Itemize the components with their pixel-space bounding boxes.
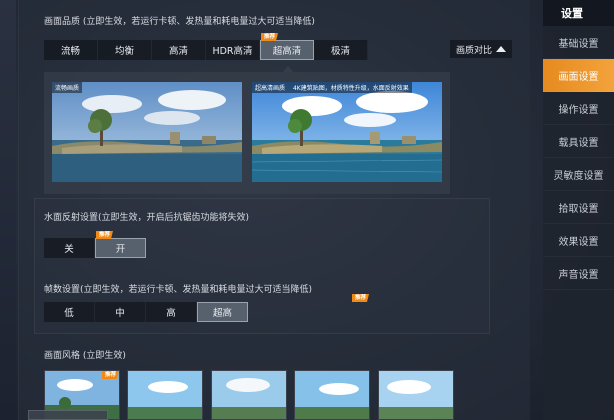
sidebar-item-pickup[interactable]: 拾取设置 (543, 191, 614, 224)
quality-option-hd[interactable]: 高清 (152, 40, 206, 60)
preview-feature-tag: 4K建筑贴图，材质特性升级，水面反射效果 (292, 85, 409, 92)
left-edge-strip (0, 0, 16, 420)
preview-caption-ultra-hd-label: 超高清画质 (255, 85, 286, 92)
quality-option-ultra-hd-label: 超高清 (272, 46, 302, 57)
frame-rate-selector: 低 中 高 超高 (44, 302, 248, 322)
preview-caption-ultra-hd: 超高清画质 4K建筑贴图，材质特性升级，水面反射效果 (252, 82, 412, 93)
preview-caption-smooth: 流畅画质 (52, 82, 83, 93)
style-thumb-5[interactable] (378, 370, 454, 420)
frame-rate-ultra[interactable]: 超高 (197, 302, 248, 322)
sidebar-item-audio[interactable]: 声音设置 (543, 257, 614, 290)
quality-option-balanced[interactable]: 均衡 (98, 40, 152, 60)
frame-rate-high[interactable]: 高 (146, 302, 197, 322)
sidebar-item-graphics[interactable]: 画面设置 (543, 59, 614, 92)
settings-sidebar: 设置 基础设置 画面设置 操作设置 载具设置 灵敏度设置 拾取设置 效果设置 声… (543, 0, 614, 420)
water-reflection-off[interactable]: 关 (44, 238, 95, 258)
quality-preview: 流畅画质 超高清画质 4K建筑贴图，材质特性升级，水面反射效果 (44, 72, 450, 194)
recommended-badge: 推荐 (261, 33, 279, 41)
frame-rate-low[interactable]: 低 (44, 302, 95, 322)
water-reflection-on[interactable]: 推荐 开 (95, 231, 146, 258)
bottom-action-button[interactable] (28, 410, 108, 420)
sidebar-item-controls[interactable]: 操作设置 (543, 92, 614, 125)
quality-option-smooth[interactable]: 流畅 (44, 40, 98, 60)
recommended-badge: 推荐 (352, 294, 370, 302)
quality-option-hdr[interactable]: HDR高清 (206, 40, 260, 60)
recommended-badge: 推荐 (96, 231, 114, 239)
sidebar-header: 设置 (543, 0, 614, 26)
preview-image-smooth: 流畅画质 (52, 82, 242, 182)
quality-option-ultra-hd[interactable]: 推荐 超高清 (260, 33, 314, 60)
quality-option-extreme[interactable]: 极清 (314, 40, 368, 60)
style-thumb-3[interactable] (211, 370, 287, 420)
preview-image-ultra-hd: 超高清画质 4K建筑贴图，材质特性升级，水面反射效果 (252, 82, 442, 182)
water-reflection-title: 水面反射设置(立即生效，开启后抗锯齿功能将失效) (44, 213, 250, 223)
style-thumb-2[interactable] (127, 370, 203, 420)
sidebar-item-effects[interactable]: 效果设置 (543, 224, 614, 257)
collapse-up-icon (496, 46, 506, 52)
water-reflection-toggle: 关 推荐 开 (44, 231, 146, 258)
quality-compare-button[interactable]: 画质对比 (450, 40, 512, 58)
sidebar-item-basic[interactable]: 基础设置 (543, 26, 614, 59)
sidebar-item-vehicle[interactable]: 载具设置 (543, 125, 614, 158)
frame-rate-title: 帧数设置(立即生效，若运行卡顿、发热量和耗电量过大可适当降低) (44, 285, 313, 295)
recommended-badge: 推荐 (101, 371, 119, 379)
sidebar-item-sensitivity[interactable]: 灵敏度设置 (543, 158, 614, 191)
style-title: 画面风格 (立即生效) (44, 351, 126, 361)
style-thumb-4[interactable] (294, 370, 370, 420)
graphics-quality-title: 画面品质 (立即生效，若运行卡顿、发热量和耗电量过大可适当降低) (44, 17, 315, 27)
graphics-quality-selector: 流畅 均衡 高清 HDR高清 推荐 超高清 极清 (44, 33, 368, 60)
quality-compare-label: 画质对比 (455, 45, 492, 56)
water-reflection-on-label: 开 (115, 244, 126, 255)
frame-rate-medium[interactable]: 中 (95, 302, 146, 322)
